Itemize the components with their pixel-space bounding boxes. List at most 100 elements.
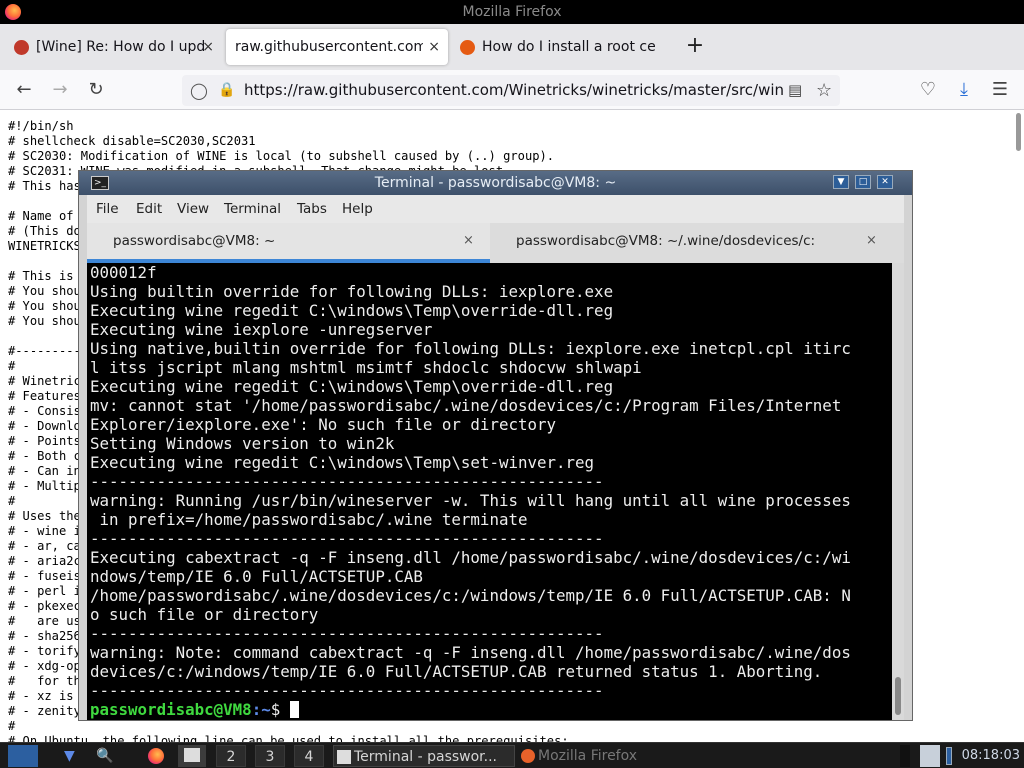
terminal-tab-strip: passwordisabc@VM8: ~ × passwordisabc@VM8… <box>87 223 904 263</box>
page-scrollbar[interactable] <box>1016 113 1021 151</box>
reload-icon[interactable]: ↻ <box>82 76 110 104</box>
terminal-line: mv: cannot stat '/home/passwordisabc/.wi… <box>90 396 842 415</box>
clock[interactable]: 08:18:03 <box>962 745 1020 767</box>
terminal-line: l itss jscript mlang mshtml msimtf shdoc… <box>90 358 642 377</box>
terminal-window: >_ Terminal - passwordisabc@VM8: ~ ▼ □ ✕… <box>78 170 913 721</box>
terminal-tab-dosdevices[interactable]: passwordisabc@VM8: ~/.wine/dosdevices/c:… <box>491 223 904 263</box>
wine-favicon-icon <box>14 40 29 55</box>
firefox-navbar: ← → ↻ ◯ 🔒 https://raw.githubusercontent.… <box>0 70 1024 110</box>
firefox-logo-icon <box>5 4 21 20</box>
terminal-line: Using builtin override for following DLL… <box>90 282 614 301</box>
minimize-icon[interactable]: ▼ <box>833 175 849 189</box>
taskbar-app-label: Mozilla Firefox <box>538 748 638 764</box>
url-bar[interactable]: ◯ 🔒 https://raw.githubusercontent.com/Wi… <box>182 75 840 106</box>
menu-view[interactable]: View <box>177 195 209 223</box>
firefox-tab-strip: [Wine] Re: How do I upda × raw.githubuse… <box>0 24 1024 70</box>
taskbar-app-terminal[interactable]: Terminal - passwor... <box>333 745 515 767</box>
menu-hamburger-icon[interactable]: ☰ <box>986 76 1014 104</box>
tray-network-icon[interactable] <box>920 745 940 767</box>
menu-terminal[interactable]: Terminal <box>224 195 281 223</box>
firefox-icon <box>521 749 535 763</box>
terminal-line: warning: Running /usr/bin/wineserver -w.… <box>90 491 851 510</box>
terminal-prompt[interactable]: passwordisabc@VM8:~$ <box>90 700 299 719</box>
bookmark-star-icon[interactable]: ☆ <box>816 75 832 106</box>
firefox-window-title: Mozilla Firefox <box>462 4 562 20</box>
terminal-line: devices/c:/windows/temp/IE 6.0 Full/ACTS… <box>90 662 823 681</box>
tab-close-icon[interactable]: × <box>463 223 474 259</box>
terminal-scrollbar[interactable] <box>892 263 904 720</box>
terminal-line: Executing wine regedit C:\windows\Temp\s… <box>90 453 595 472</box>
terminal-line: o such file or directory <box>90 605 319 624</box>
tab-wine-forum[interactable]: [Wine] Re: How do I upda × <box>4 29 222 65</box>
prompt-path: :~ <box>251 700 271 719</box>
firefox-titlebar: Mozilla Firefox <box>0 0 1024 24</box>
workspace-2[interactable]: 2 <box>216 745 246 767</box>
prompt-user: passwordisabc@VM8 <box>90 700 252 719</box>
workspace-3[interactable]: 3 <box>255 745 285 767</box>
close-icon[interactable]: ✕ <box>877 175 893 189</box>
terminal-launcher-icon[interactable] <box>178 745 206 767</box>
reader-view-icon[interactable]: ▤ <box>788 75 802 106</box>
terminal-tab-title: passwordisabc@VM8: ~ <box>113 233 276 249</box>
terminal-line: Using native,builtin override for follow… <box>90 339 851 358</box>
new-tab-button[interactable]: + <box>684 29 706 65</box>
terminal-titlebar[interactable]: >_ Terminal - passwordisabc@VM8: ~ ▼ □ ✕ <box>79 171 912 195</box>
tab-close-icon[interactable]: × <box>202 29 214 65</box>
terminal-line: Executing cabextract -q -F inseng.dll /h… <box>90 548 851 567</box>
terminal-line: Setting Windows version to win2k <box>90 434 395 453</box>
tray-item[interactable] <box>900 745 910 767</box>
terminal-app-icon: >_ <box>91 176 109 190</box>
taskbar: ▼ 🔍 2 3 4 Terminal - passwor... Mozilla … <box>0 742 1024 768</box>
search-icon[interactable]: 🔍 <box>96 745 113 767</box>
terminal-menubar: File Edit View Terminal Tabs Help <box>87 195 904 223</box>
tab-close-icon[interactable]: × <box>866 223 877 259</box>
taskbar-app-firefox[interactable]: Mozilla Firefox <box>518 745 678 767</box>
tab-title: raw.githubusercontent.com/ <box>235 39 423 55</box>
menu-file[interactable]: File <box>96 195 119 223</box>
text-cursor <box>289 701 299 718</box>
terminal-line: Explorer/iexplore.exe': No such file or … <box>90 415 557 434</box>
tracking-shield-icon[interactable]: ◯ <box>190 75 208 106</box>
firefox-launcher-icon[interactable] <box>148 745 166 767</box>
taskbar-app-label: Terminal - passwor... <box>354 749 498 765</box>
terminal-line: ----------------------------------------… <box>90 529 604 548</box>
terminal-line: ----------------------------------------… <box>90 624 604 643</box>
tab-title: [Wine] Re: How do I upda <box>36 39 204 55</box>
terminal-icon <box>337 750 351 764</box>
tab-raw-github[interactable]: raw.githubusercontent.com/ × <box>226 29 448 65</box>
prompt-symbol: $ <box>270 700 290 719</box>
terminal-line: 000012f <box>90 263 157 282</box>
tray-battery-icon[interactable] <box>946 745 960 767</box>
terminal-line: ndows/temp/IE 6.0 Full/ACTSETUP.CAB <box>90 567 423 586</box>
terminal-line: Executing wine regedit C:\windows\Temp\o… <box>90 377 614 396</box>
terminal-line: Executing wine regedit C:\windows\Temp\o… <box>90 301 614 320</box>
terminal-line: Executing wine iexplore -unregserver <box>90 320 433 339</box>
tab-title: How do I install a root ce <box>482 39 656 55</box>
tab-root-cert[interactable]: How do I install a root ce <box>450 29 680 65</box>
terminal-tab-title: passwordisabc@VM8: ~/.wine/dosdevices/c: <box>516 233 816 249</box>
terminal-line: in prefix=/home/passwordisabc/.wine term… <box>90 510 528 529</box>
terminal-window-title: Terminal - passwordisabc@VM8: ~ <box>374 175 617 191</box>
terminal-line: ----------------------------------------… <box>90 472 604 491</box>
menu-help[interactable]: Help <box>342 195 373 223</box>
show-desktop-icon[interactable] <box>8 745 38 767</box>
tab-close-icon[interactable]: × <box>428 29 440 65</box>
workspace-4[interactable]: 4 <box>294 745 324 767</box>
terminal-line: warning: Note: command cabextract -q -F … <box>90 643 851 662</box>
downloads-icon[interactable]: ⤓ <box>950 76 978 104</box>
terminal-output[interactable]: 000012f Using builtin override for follow… <box>87 263 892 720</box>
menu-tabs[interactable]: Tabs <box>297 195 327 223</box>
terminal-line: ----------------------------------------… <box>90 681 604 700</box>
scrollbar-thumb[interactable] <box>895 677 901 715</box>
url-text[interactable]: https://raw.githubusercontent.com/Winetr… <box>244 75 784 106</box>
forward-arrow-icon[interactable]: → <box>46 76 74 104</box>
terminal-tab-home[interactable]: passwordisabc@VM8: ~ × <box>87 223 490 263</box>
lock-icon[interactable]: 🔒 <box>218 75 235 106</box>
app-menu-icon[interactable]: ▼ <box>64 745 75 767</box>
back-arrow-icon[interactable]: ← <box>10 76 38 104</box>
maximize-icon[interactable]: □ <box>855 175 871 189</box>
askubuntu-favicon-icon <box>460 40 475 55</box>
terminal-line: /home/passwordisabc/.wine/dosdevices/c:/… <box>90 586 851 605</box>
pocket-icon[interactable]: ♡ <box>914 76 942 104</box>
menu-edit[interactable]: Edit <box>136 195 162 223</box>
